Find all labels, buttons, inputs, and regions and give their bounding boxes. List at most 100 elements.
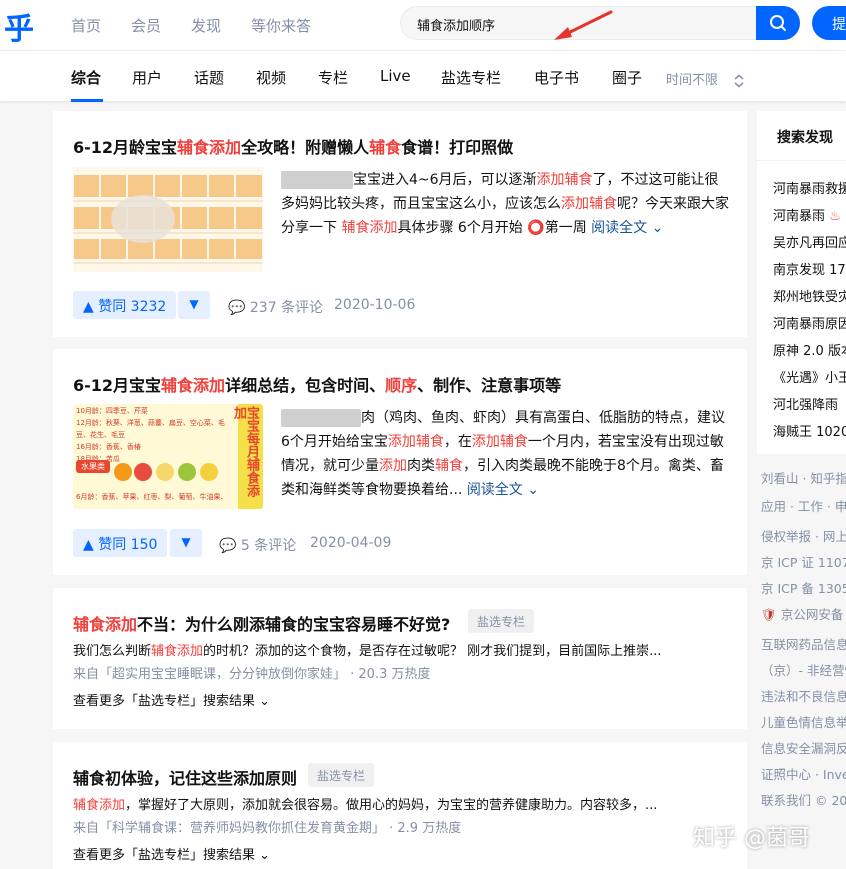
- footer-link[interactable]: 京 ICP 证 110745: [761, 552, 846, 571]
- tab-live[interactable]: Live: [380, 67, 411, 85]
- trending-item[interactable]: 河南暴雨救援: [773, 178, 846, 197]
- panel-title: 搜索发现: [777, 130, 833, 146]
- trending-item[interactable]: 河北强降雨: [773, 394, 838, 413]
- result-thumbnail[interactable]: 10月龄：四季豆、芹菜 12月龄：秋葵、洋葱、蒜薹、扁豆、空心菜、毛豆、花生、毛…: [73, 404, 263, 509]
- search-input[interactable]: 辅食添加顺序: [417, 15, 495, 34]
- result-excerpt[interactable]: 我们怎么判断辅食添加的时机？添加的这个食物，是否存在过敏呢？ 刚才我们提到，目前…: [73, 640, 662, 659]
- blurred-author: [281, 409, 361, 427]
- excerpt-highlight: 添加辅食: [471, 434, 528, 450]
- title-highlight: 辅食添加: [177, 138, 242, 157]
- result-excerpt[interactable]: 辅食添加，掌握好了大原则，添加就会很容易。做用心的妈妈，为宝宝的营养健康助力。内…: [73, 794, 657, 813]
- trending-item[interactable]: 海贼王 1020: [773, 421, 846, 440]
- trending-item[interactable]: 河南暴雨 ♨: [773, 205, 841, 224]
- comment-icon: 💬: [228, 300, 246, 316]
- result-source[interactable]: 来自「科学辅食课：营养师妈妈教你抓住发育黄金期」 · 2.9 万热度: [73, 817, 461, 836]
- result-card: 6-12月龄宝宝辅食添加全攻略！附赠懒人辅食食谱！打印照做 宝宝进入4~6月后，…: [53, 111, 747, 337]
- excerpt-highlight: 辅食添加: [151, 644, 204, 659]
- trending-item[interactable]: 郑州地铁受灾: [773, 286, 846, 305]
- excerpt-highlight: 添加辅食: [561, 196, 617, 212]
- trending-item[interactable]: 原神 2.0 版本: [773, 340, 846, 359]
- watermark: 知乎 @菌哥: [693, 826, 810, 851]
- see-more-link[interactable]: 查看更多「盐选专栏」搜索结果 ⌄: [73, 844, 270, 863]
- triangle-down-icon: ▼: [189, 297, 199, 311]
- excerpt-highlight: 辅食添加: [73, 798, 126, 813]
- tab-all[interactable]: 综合: [71, 67, 101, 88]
- comments-link[interactable]: 💬 5 条评论: [219, 535, 296, 555]
- footer-link[interactable]: 联系我们 © 2021: [761, 790, 846, 809]
- footer-link[interactable]: 侵权举报 · 网上有害: [761, 526, 846, 545]
- ask-button[interactable]: 提: [812, 6, 846, 40]
- salt-column-tag: 盐选专栏: [468, 609, 535, 633]
- triangle-down-icon: ▼: [181, 535, 191, 549]
- trending-item[interactable]: 《光遇》小王子: [773, 367, 846, 386]
- result-source[interactable]: 来自「超实用宝宝睡眠课，分分钟放倒你家娃」 · 20.3 万热度: [73, 663, 430, 682]
- downvote-button[interactable]: ▼: [170, 529, 202, 557]
- thumb-fruit-tag: 水果类: [76, 460, 110, 473]
- title-text: 辅食初体验，记住这些添加原则: [73, 769, 298, 788]
- nav-home[interactable]: 首页: [71, 15, 101, 36]
- footer-link[interactable]: 京 ICP 备 13052560: [761, 578, 846, 597]
- chevron-down-icon: ⌄: [259, 694, 271, 709]
- police-badge-icon: 🛡: [761, 607, 777, 622]
- excerpt-highlight: 添加: [379, 458, 407, 474]
- active-tab-indicator: [71, 99, 103, 102]
- read-more-link[interactable]: 阅读全文 ⌄: [467, 482, 539, 498]
- footer-link[interactable]: 🛡 京公网安备 110: [761, 604, 846, 623]
- tab-users[interactable]: 用户: [132, 67, 162, 88]
- result-card: 辅食初体验，记住这些添加原则 盐选专栏 辅食添加，掌握好了大原则，添加就会很容易…: [53, 742, 747, 869]
- result-excerpt[interactable]: 肉（鸡肉、鱼肉、虾肉）具有高蛋白、低脂肪的特点，建议6个月开始给宝宝添加辅食，在…: [281, 406, 731, 502]
- tab-topics[interactable]: 话题: [194, 67, 224, 88]
- comments-link[interactable]: 💬 237 条评论: [228, 297, 323, 317]
- footer-link[interactable]: 应用 · 工作 · 申请: [761, 496, 846, 515]
- salt-column-tag: 盐选专栏: [308, 763, 375, 787]
- result-excerpt[interactable]: 宝宝进入4~6月后，可以逐渐添加辅食了，不过这可能让很多妈妈比较头疼，而且宝宝这…: [281, 168, 731, 240]
- time-filter-label: 时间不限: [666, 73, 719, 88]
- result-title[interactable]: 6-12月龄宝宝辅食添加全攻略！附赠懒人辅食食谱！打印照做: [73, 134, 513, 158]
- upvote-button[interactable]: ▲ 赞同 150: [73, 529, 168, 557]
- trending-label: 河南暴雨: [773, 209, 826, 224]
- zhihu-logo[interactable]: 乎: [4, 4, 34, 48]
- time-filter[interactable]: 时间不限: [666, 69, 746, 88]
- title-text: 6-12月宝宝: [73, 376, 162, 395]
- nav-answer[interactable]: 等你来答: [251, 15, 311, 36]
- footer-link[interactable]: （京）- 非经营性: [761, 660, 846, 679]
- excerpt-text: 具体步骤 6个月开始 ⭕第一周: [397, 220, 592, 236]
- nav-discover[interactable]: 发现: [191, 15, 221, 36]
- thumb-line: 10月龄：四季豆、芹菜: [76, 407, 148, 415]
- trending-item[interactable]: 吴亦凡再回应: [773, 232, 846, 251]
- result-title[interactable]: 6-12月宝宝辅食添加详细总结，包含时间、顺序、制作、注意事项等: [73, 372, 561, 396]
- footer-link[interactable]: 刘看山 · 知乎指南: [761, 468, 846, 487]
- tab-videos[interactable]: 视频: [256, 67, 286, 88]
- tab-ebooks[interactable]: 电子书: [534, 67, 579, 88]
- result-title[interactable]: 辅食添加不当：为什么刚添辅食的宝宝容易睡不好觉?: [73, 611, 450, 635]
- title-highlight: 辅食: [369, 138, 402, 157]
- footer-link[interactable]: 违法和不良信息举报: [761, 686, 846, 705]
- search-button[interactable]: [756, 6, 800, 40]
- footer-link[interactable]: 证照中心 · Investor: [761, 764, 846, 783]
- see-more-label: 查看更多「盐选专栏」搜索结果: [73, 694, 256, 709]
- triangle-up-icon: ▲: [83, 537, 94, 553]
- trending-item[interactable]: 南京发现 17: [773, 259, 846, 278]
- trending-item[interactable]: 河南暴雨原因: [773, 313, 846, 332]
- title-highlight: 辅食添加: [73, 615, 138, 634]
- footer-link[interactable]: 互联网药品信息服务: [761, 634, 846, 653]
- thumb-side-banner: 宝宝每月辅食添加: [231, 404, 263, 509]
- read-more-label: 阅读全文: [466, 482, 523, 498]
- tab-circles[interactable]: 圈子: [612, 67, 642, 88]
- see-more-link[interactable]: 查看更多「盐选专栏」搜索结果 ⌄: [73, 690, 270, 709]
- read-more-link[interactable]: 阅读全文 ⌄: [591, 220, 663, 236]
- nav-vip[interactable]: 会员: [131, 15, 161, 36]
- result-thumbnail[interactable]: [73, 167, 263, 272]
- footer-link[interactable]: 信息安全漏洞反馈: [761, 738, 846, 757]
- result-card: 6-12月宝宝辅食添加详细总结，包含时间、顺序、制作、注意事项等 10月龄：四季…: [53, 349, 747, 575]
- footer-link[interactable]: 儿童色情信息举报: [761, 712, 846, 731]
- excerpt-text: 肉类: [407, 458, 435, 474]
- tab-columns[interactable]: 专栏: [318, 67, 348, 88]
- downvote-button[interactable]: ▼: [178, 291, 210, 319]
- excerpt-text: 的时机？添加的这个食物，是否存在过敏呢？ 刚才我们提到，目前国际上推崇...: [203, 644, 662, 659]
- tab-salt-column[interactable]: 盐选专栏: [441, 67, 501, 88]
- footer-label: 京公网安备 110: [780, 607, 846, 622]
- result-title[interactable]: 辅食初体验，记住这些添加原则: [73, 765, 297, 789]
- read-more-label: 阅读全文: [591, 220, 648, 236]
- upvote-button[interactable]: ▲ 赞同 3232: [73, 291, 177, 319]
